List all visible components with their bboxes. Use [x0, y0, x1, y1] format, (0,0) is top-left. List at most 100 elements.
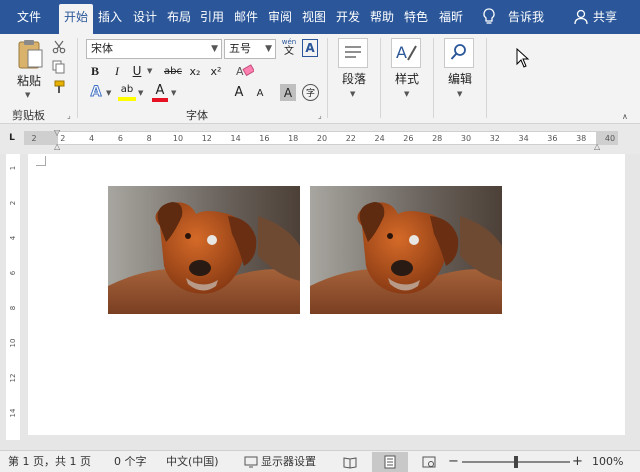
group-divider [327, 38, 328, 118]
zoom-out-button[interactable]: − [448, 454, 459, 470]
vertical-ruler-tick-label: 6 [9, 270, 17, 276]
group-divider [486, 38, 487, 118]
web-layout-icon[interactable] [422, 455, 436, 469]
editing-dropdown-chevron-icon[interactable]: ▼ [457, 90, 462, 98]
document-workspace: 1 2 4 6 8 10 12 14 [0, 154, 640, 450]
font-size-value: 五号 [229, 42, 251, 55]
tab-review[interactable]: 审阅 [265, 6, 295, 28]
highlight-glyph: ab [120, 84, 134, 95]
enclose-chars-button[interactable]: 字 [302, 84, 319, 101]
ruler-tick-label: 6 [117, 134, 123, 143]
display-settings-icon[interactable] [244, 455, 258, 469]
ribbon-home: 粘贴 ▼ 剪贴板 ⌟ 宋体 ▼ 五号 ▼ wén 文 A B I U ▼ abc… [0, 34, 640, 124]
tab-special[interactable]: 特色 [401, 6, 431, 28]
paintbrush-icon[interactable] [52, 80, 66, 94]
subscript-button[interactable]: x₂ [187, 62, 203, 80]
styles-icon: A [395, 42, 417, 65]
text-effect-button[interactable]: A [88, 83, 104, 101]
font-color-button[interactable]: A [152, 83, 168, 103]
styles-label[interactable]: 样式 [389, 70, 425, 86]
text-effect-dropdown-chevron-icon[interactable]: ▼ [106, 89, 111, 97]
share-button[interactable]: 共享 [590, 6, 620, 28]
font-color-dropdown-chevron-icon[interactable]: ▼ [171, 89, 176, 97]
tab-design[interactable]: 设计 [130, 6, 160, 28]
zoom-slider-thumb[interactable] [514, 456, 518, 468]
word-count[interactable]: 0 个字 [114, 454, 147, 470]
zoom-in-button[interactable]: + [572, 454, 583, 470]
clipboard-group-label: 剪贴板 [12, 109, 45, 122]
ribbon-tab-bar: 文件 开始 插入 设计 布局 引用 邮件 审阅 视图 开发 帮助 特色 福昕 告… [0, 0, 640, 34]
dialog-launcher-icon[interactable]: ⌟ [67, 111, 71, 120]
editing-label[interactable]: 编辑 [442, 70, 478, 86]
underline-button[interactable]: U [130, 62, 144, 80]
char-border-button[interactable]: A [302, 39, 318, 57]
tab-developer[interactable]: 开发 [333, 6, 363, 28]
grow-font-button[interactable]: A [232, 83, 246, 101]
tab-home[interactable]: 开始 [59, 4, 93, 34]
shrink-font-button[interactable]: A [254, 85, 266, 101]
tab-view[interactable]: 视图 [299, 6, 329, 28]
tab-foxit[interactable]: 福昕 [436, 6, 466, 28]
ruler-tick-label: 22 [345, 134, 356, 143]
ruler-tick-label: 24 [374, 134, 385, 143]
font-name-combo[interactable]: 宋体 ▼ [86, 39, 222, 59]
phonetic-guide-button[interactable]: wén 文 [280, 37, 298, 59]
superscript-button[interactable]: x² [208, 62, 224, 80]
eraser-icon[interactable]: A [236, 64, 256, 78]
display-settings-button[interactable]: 显示器设置 [261, 454, 316, 470]
dog-photo-2[interactable] [310, 186, 502, 314]
group-divider [433, 38, 434, 118]
tab-references[interactable]: 引用 [197, 6, 227, 28]
zoom-level[interactable]: 100% [592, 454, 623, 470]
print-layout-icon[interactable] [372, 452, 408, 472]
paragraph-dropdown-chevron-icon[interactable]: ▼ [350, 90, 355, 98]
collapse-ribbon-icon[interactable]: ∧ [622, 112, 628, 121]
group-divider [77, 38, 78, 118]
tell-me-search[interactable]: 告诉我 [505, 6, 547, 28]
document-page[interactable] [28, 154, 625, 435]
read-mode-icon[interactable] [343, 455, 357, 469]
status-bar: 第 1 页，共 1 页 0 个字 中文(中国) 显示器设置 − + 100% [0, 450, 640, 472]
person-icon[interactable] [574, 9, 588, 25]
vertical-ruler-tick-label: 14 [9, 408, 17, 418]
lightbulb-icon[interactable] [482, 8, 496, 26]
ruler-tick-label: 14 [230, 134, 241, 143]
ruler-tick-label: 12 [201, 134, 212, 143]
page-count[interactable]: 第 1 页，共 1 页 [8, 454, 91, 470]
tab-selector[interactable]: L [6, 132, 18, 145]
ruler-tick-label: 40 [604, 134, 616, 143]
font-group-label: 字体 [186, 109, 208, 122]
copy-icon[interactable] [52, 60, 66, 74]
bold-button[interactable]: B [88, 62, 102, 80]
highlight-button[interactable]: ab [118, 83, 136, 103]
underline-dropdown-chevron-icon[interactable]: ▼ [147, 67, 152, 75]
ruler-tick-label: 26 [403, 134, 414, 143]
right-indent-marker-icon[interactable]: △ [594, 142, 600, 151]
scissors-icon[interactable] [52, 40, 66, 54]
tab-file[interactable]: 文件 [14, 6, 44, 28]
language-indicator[interactable]: 中文(中国) [166, 454, 219, 470]
clipboard-icon[interactable] [16, 38, 44, 70]
paste-dropdown-chevron-icon[interactable]: ▼ [25, 91, 30, 99]
ruler-tick-label: 4 [89, 134, 95, 143]
styles-dropdown-chevron-icon[interactable]: ▼ [404, 90, 409, 98]
dog-photo-1[interactable] [108, 186, 300, 314]
paste-button[interactable]: 粘贴 [14, 72, 44, 88]
tab-insert[interactable]: 插入 [95, 6, 125, 28]
editing-button[interactable] [444, 38, 474, 68]
char-shading-button[interactable]: A [280, 84, 296, 101]
tab-help[interactable]: 帮助 [367, 6, 397, 28]
ruler-tick-label: 2 [60, 134, 66, 143]
tab-mailings[interactable]: 邮件 [231, 6, 261, 28]
italic-button[interactable]: I [110, 62, 124, 80]
paragraph-label[interactable]: 段落 [336, 70, 372, 86]
zoom-slider[interactable] [462, 456, 570, 468]
strikethrough-button[interactable]: abc [162, 62, 184, 80]
dialog-launcher-icon[interactable]: ⌟ [318, 111, 322, 120]
paragraph-button[interactable] [338, 38, 368, 68]
highlight-dropdown-chevron-icon[interactable]: ▼ [138, 89, 143, 97]
font-color-bar [152, 98, 168, 102]
styles-button[interactable]: A [391, 38, 421, 68]
tab-layout[interactable]: 布局 [164, 6, 194, 28]
font-size-combo[interactable]: 五号 ▼ [224, 39, 276, 59]
